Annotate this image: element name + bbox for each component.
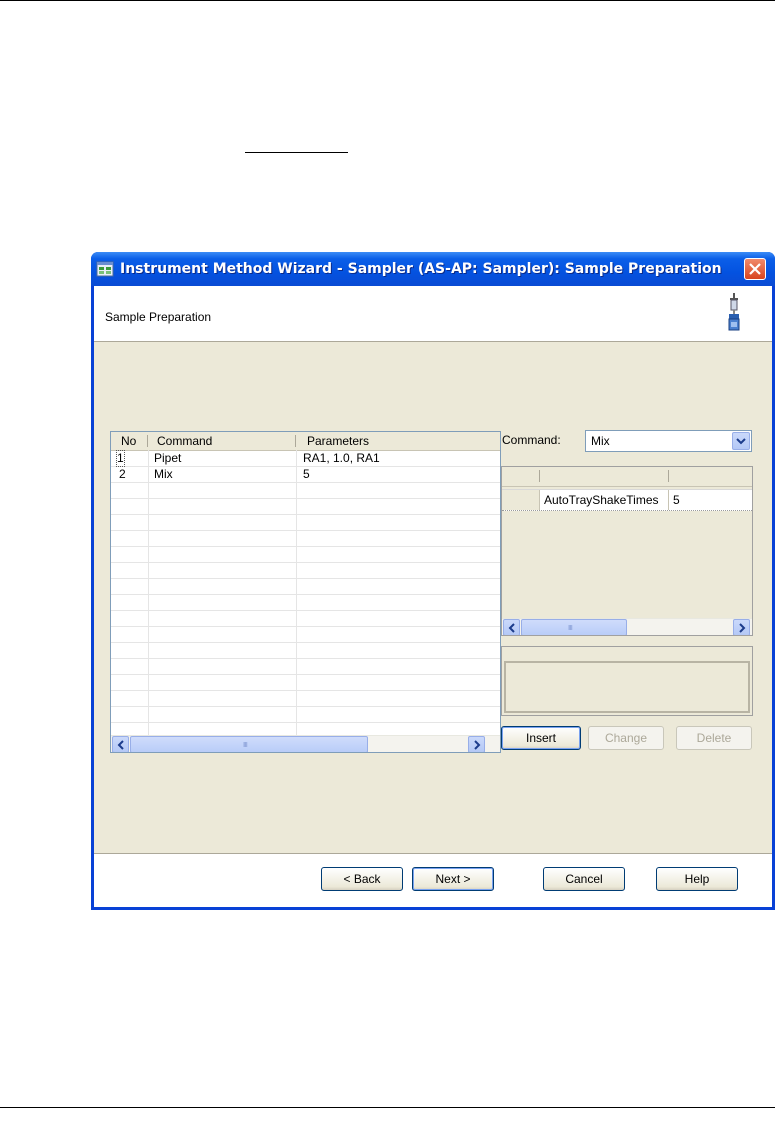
scroll-thumb[interactable]: IIII (130, 736, 368, 752)
scroll-right-button[interactable] (468, 736, 485, 752)
empty-row[interactable] (111, 675, 500, 691)
app-icon (96, 261, 114, 277)
next-button[interactable]: Next > (412, 867, 494, 891)
column-header-command[interactable]: Command (157, 432, 212, 450)
empty-row[interactable] (111, 707, 500, 723)
dialog-client: Sample Preparation No Command Parameters (94, 286, 772, 907)
column-header-no[interactable]: No (121, 432, 136, 450)
column-separator (668, 470, 669, 482)
empty-row[interactable] (111, 547, 500, 563)
empty-row[interactable] (111, 515, 500, 531)
description-text-area (504, 661, 750, 713)
cell-command[interactable]: Mix (154, 467, 173, 482)
parameter-row[interactable]: AutoTrayShakeTimes 5 (502, 489, 752, 511)
cell-parameters[interactable]: RA1, 1.0, RA1 (303, 451, 380, 466)
column-header-parameters[interactable]: Parameters (307, 432, 369, 450)
cell-no[interactable]: 1 (116, 450, 125, 467)
header-panel: Sample Preparation (94, 286, 772, 342)
parameters-grid[interactable]: AutoTrayShakeTimes 5 IIII (501, 466, 753, 636)
empty-row[interactable] (111, 595, 500, 611)
cell-parameters[interactable]: 5 (303, 467, 310, 482)
empty-row[interactable] (111, 627, 500, 643)
empty-row[interactable] (111, 691, 500, 707)
insert-button[interactable]: Insert (501, 726, 581, 750)
page-title: Sample Preparation (105, 310, 212, 324)
left-arrow-icon (117, 740, 124, 750)
grid-header: No Command Parameters (111, 432, 500, 451)
command-label: Command: (502, 433, 561, 447)
empty-row[interactable] (111, 659, 500, 675)
wizard-footer: < Back Next > Cancel Help (94, 854, 772, 907)
empty-row[interactable] (111, 611, 500, 627)
command-select[interactable]: Mix (585, 430, 752, 452)
empty-row[interactable] (111, 499, 500, 515)
page-bottom-rule (0, 1107, 775, 1108)
title-bar[interactable]: Instrument Method Wizard - Sampler (AS-A… (91, 252, 775, 286)
window-title: Instrument Method Wizard - Sampler (AS-A… (120, 261, 722, 277)
parameters-grid-scrollbar[interactable]: IIII (502, 618, 752, 635)
scroll-left-button[interactable] (503, 619, 520, 635)
command-dropdown-button[interactable] (732, 432, 750, 450)
row-header (502, 490, 540, 510)
change-button[interactable]: Change (588, 726, 664, 750)
parameter-name: AutoTrayShakeTimes (544, 493, 659, 507)
syringe-icon (728, 293, 740, 331)
column-line (668, 490, 669, 510)
empty-row[interactable] (111, 483, 500, 499)
column-separator (539, 470, 540, 482)
column-separator (147, 435, 148, 447)
close-button[interactable] (744, 258, 766, 280)
right-arrow-icon (739, 623, 746, 633)
empty-row[interactable] (111, 643, 500, 659)
back-button[interactable]: < Back (321, 867, 403, 891)
parameters-grid-header (502, 467, 752, 487)
cell-no[interactable]: 2 (119, 467, 126, 482)
underline-mark (245, 152, 348, 153)
dropdown-arrow-icon (736, 438, 746, 445)
description-panel (501, 646, 753, 716)
help-button[interactable]: Help (656, 867, 738, 891)
table-row[interactable]: 2 Mix 5 (111, 467, 500, 483)
scroll-left-button[interactable] (112, 736, 129, 752)
scroll-grip: IIII (568, 625, 573, 632)
cancel-button[interactable]: Cancel (543, 867, 625, 891)
empty-row[interactable] (111, 579, 500, 595)
scroll-thumb[interactable]: IIII (521, 619, 627, 635)
column-separator (295, 435, 296, 447)
delete-button[interactable]: Delete (676, 726, 752, 750)
page-top-rule (0, 0, 775, 1)
scroll-right-button[interactable] (733, 619, 750, 635)
empty-row[interactable] (111, 531, 500, 547)
empty-row[interactable] (111, 563, 500, 579)
wizard-window: Instrument Method Wizard - Sampler (AS-A… (91, 252, 775, 910)
command-grid-scrollbar[interactable]: IIII (111, 735, 500, 752)
close-icon (749, 263, 761, 275)
table-row[interactable]: 1 Pipet RA1, 1.0, RA1 (111, 450, 500, 467)
command-select-value: Mix (591, 434, 610, 448)
cell-command[interactable]: Pipet (154, 451, 181, 466)
scroll-grip: IIII (243, 742, 248, 749)
left-arrow-icon (508, 623, 515, 633)
parameter-value[interactable]: 5 (673, 490, 680, 510)
right-arrow-icon (474, 740, 481, 750)
command-grid[interactable]: No Command Parameters 1 Pipet RA1, 1.0, … (110, 431, 501, 753)
